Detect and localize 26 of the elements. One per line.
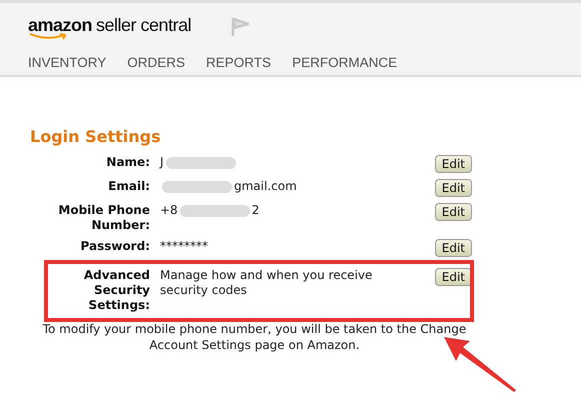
edit-button[interactable]: Edit [434,155,472,173]
nav-link[interactable]: INVENTORY [28,55,106,70]
edit-button[interactable]: Edit [434,239,472,257]
field-label: Email: [107,179,150,194]
info-note: To modify your mobile phone number, you will be taken to the Change Account Settings page on Amazon. [42,321,467,353]
edit-button[interactable]: Edit [434,268,472,286]
nav-link[interactable]: REPORTS [206,55,272,70]
flag-icon[interactable] [231,17,250,37]
logo-text[interactable]: amazon [28,14,92,36]
field-value: +8 [160,203,178,218]
field-label: Advanced Security Settings: [82,268,150,313]
section-title: Login Settings [30,127,162,146]
nav-link[interactable]: PERFORMANCE [292,55,398,70]
field-value: gmail.com [234,179,297,194]
field-value: 2 [252,203,260,218]
logo-text[interactable]: seller central [96,14,192,36]
field-label: Mobile Phone Number: [57,203,150,233]
field-value: Manage how and when you receive security codes [160,268,374,298]
nav-link[interactable]: ORDERS [127,55,186,70]
edit-button[interactable]: Edit [434,203,472,221]
field-label: Password: [80,239,150,254]
edit-button[interactable]: Edit [434,179,472,197]
field-label: Name: [105,155,150,170]
smile-icon [28,32,68,40]
field-value: J [160,155,164,170]
field-value: ******** [160,239,208,254]
